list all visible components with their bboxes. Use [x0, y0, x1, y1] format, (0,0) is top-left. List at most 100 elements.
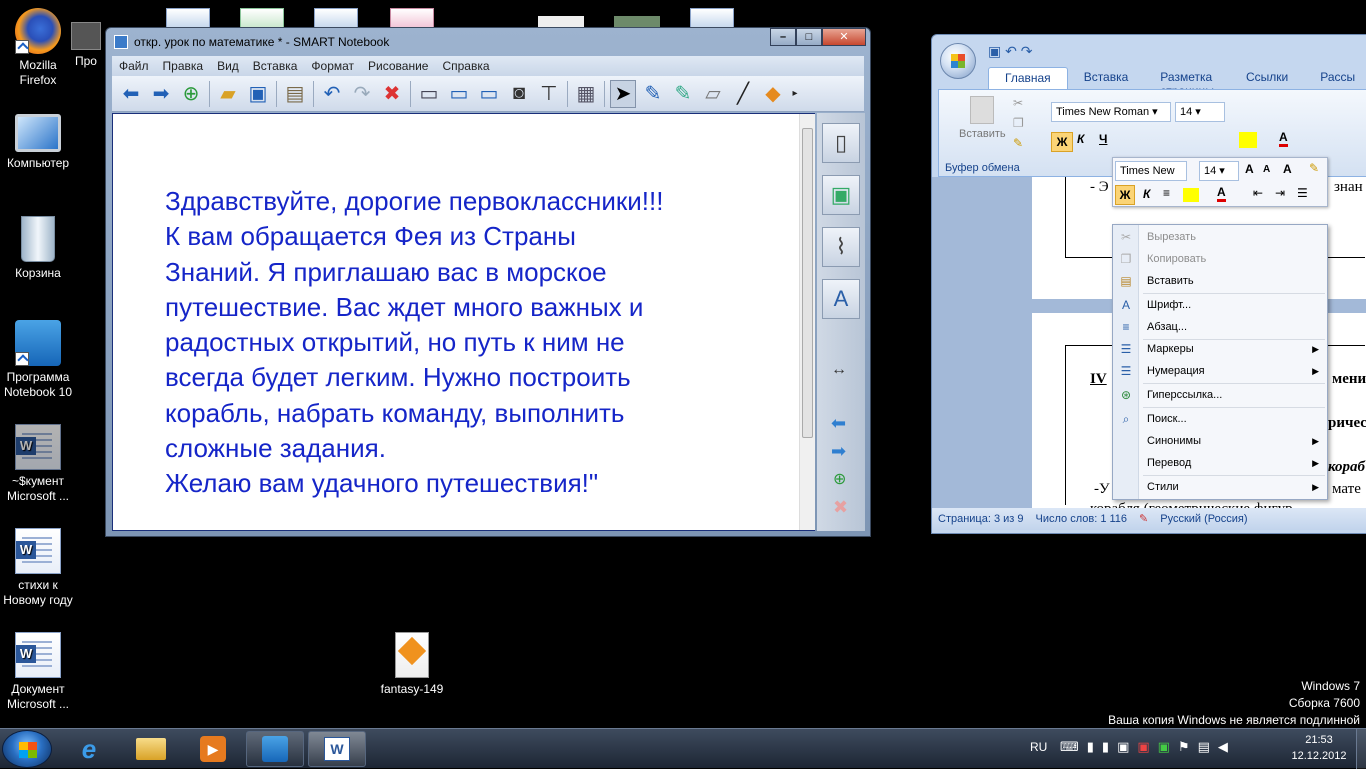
eraser-icon[interactable]: ▱ — [700, 80, 726, 108]
mini-font-color-icon[interactable]: A — [1217, 185, 1226, 202]
desktop-icon-top-1[interactable] — [166, 8, 210, 28]
desktop-icon-smart-notebook[interactable]: Программа Notebook 10 — [0, 320, 76, 400]
font-name-box[interactable]: Times New Roman ▾ — [1051, 102, 1171, 122]
menu-item-styles[interactable]: Стили ▶ — [1113, 476, 1327, 498]
office-button[interactable] — [940, 43, 976, 79]
mini-decrease-indent-icon[interactable]: ⇤ — [1253, 186, 1263, 200]
undo-icon[interactable]: ↶ — [1005, 43, 1017, 59]
screen-shade-icon[interactable]: ▭ — [416, 80, 442, 108]
volume-icon[interactable]: ◀ — [1218, 739, 1236, 754]
clock[interactable]: 21:53 12.12.2012 — [1284, 732, 1354, 764]
tray-app-icon[interactable]: ▣ — [1117, 739, 1137, 754]
desktop-icon-top-3[interactable] — [314, 8, 358, 28]
tray-app-icon[interactable]: ▣ — [1158, 739, 1178, 754]
add-page-icon[interactable]: ⊕ — [178, 80, 204, 108]
highlight-icon[interactable] — [1239, 132, 1257, 148]
mini-bullets-icon[interactable]: ☰ — [1297, 186, 1308, 200]
desktop-icon-top-7[interactable] — [690, 8, 734, 28]
menu-edit[interactable]: Правка — [156, 59, 211, 73]
creative-pen-icon[interactable]: ✎ — [670, 80, 696, 108]
status-page[interactable]: Страница: 3 из 9 — [932, 508, 1030, 530]
menu-item-hyperlink[interactable]: ⊛ Гиперссылка... — [1113, 384, 1327, 406]
font-size-box[interactable]: 14 ▾ — [1175, 102, 1225, 122]
document-camera-icon[interactable]: ⊤ — [536, 80, 562, 108]
desktop-icon-firefox[interactable]: Mozilla Firefox — [0, 8, 76, 88]
show-desktop-button[interactable] — [1356, 729, 1366, 769]
mini-italic-button[interactable]: К — [1143, 187, 1150, 201]
page-sorter-tab-icon[interactable]: ▯ — [822, 123, 860, 163]
select-pointer-icon[interactable]: ➤ — [610, 79, 636, 108]
undo-icon[interactable]: ↶ — [319, 80, 345, 108]
menu-file[interactable]: Файл — [112, 59, 156, 73]
table-icon[interactable]: ▦ — [573, 80, 599, 108]
tab-references[interactable]: Ссылки — [1230, 67, 1304, 89]
mini-font-size-box[interactable]: 14 ▾ — [1199, 161, 1239, 181]
language-indicator[interactable]: RU — [1030, 740, 1047, 754]
desktop-icon-computer[interactable]: Компьютер — [0, 114, 76, 171]
desktop-icon-program[interactable]: Про — [66, 22, 106, 69]
format-painter-icon[interactable]: ✎ — [1309, 161, 1319, 175]
scrollbar-thumb[interactable] — [802, 128, 813, 438]
menu-draw[interactable]: Рисование — [361, 59, 435, 73]
move-sidebar-icon[interactable]: ↔ — [831, 361, 847, 379]
properties-tab-icon[interactable]: A — [822, 279, 860, 319]
status-words[interactable]: Число слов: 1 116 — [1030, 508, 1134, 530]
taskbar-word-button[interactable]: W — [308, 731, 366, 767]
tray-app-icon[interactable]: ▮ — [1102, 739, 1117, 754]
desktop-icon-recycle-bin[interactable]: Корзина — [0, 216, 76, 281]
desktop-icon-top-2[interactable] — [240, 8, 284, 28]
tab-mailings[interactable]: Рассы — [1304, 67, 1366, 89]
window-title-bar[interactable]: откр. урок по математике * - SMART Noteb… — [112, 31, 864, 53]
save-icon[interactable]: ▣ — [988, 43, 1001, 59]
menu-item-synonyms[interactable]: Синонимы ▶ — [1113, 430, 1327, 452]
copy-icon[interactable]: ❐ — [1013, 116, 1024, 130]
desktop-icon-top-4[interactable] — [390, 8, 434, 28]
menu-item-font[interactable]: A Шрифт... — [1113, 294, 1327, 316]
maximize-button[interactable]: □ — [796, 28, 822, 46]
tab-page-layout[interactable]: Разметка страницы — [1144, 67, 1230, 98]
paste-icon[interactable]: ▤ — [282, 80, 308, 108]
mini-highlight-icon[interactable] — [1183, 188, 1199, 202]
taskbar-smart-notebook-button[interactable] — [246, 731, 304, 767]
taskbar-media-player-button[interactable]: ▶ — [184, 731, 242, 767]
mini-font-name-box[interactable]: Times New ▾ — [1115, 161, 1187, 195]
menu-help[interactable]: Справка — [435, 59, 496, 73]
side-forward-arrow-icon[interactable]: ➡ — [831, 441, 846, 462]
desktop-icon-word-document[interactable]: W Документ Microsoft ... — [0, 632, 76, 712]
menu-format[interactable]: Формат — [304, 59, 361, 73]
transparent-background-icon[interactable]: ▭ — [476, 80, 502, 108]
menu-item-cut[interactable]: ✂ Вырезать — [1113, 226, 1327, 248]
menu-item-translate[interactable]: Перевод ▶ — [1113, 452, 1327, 474]
back-arrow-icon[interactable]: ⬅ — [118, 80, 144, 108]
start-button[interactable] — [2, 730, 52, 768]
side-back-arrow-icon[interactable]: ⬅ — [831, 413, 846, 434]
format-painter-icon[interactable]: ✎ — [1013, 136, 1023, 150]
whiteboard-page[interactable]: Здравствуйте, дорогие первоклассники!!! … — [112, 113, 815, 531]
spelling-icon[interactable]: ✎ — [1133, 508, 1154, 530]
side-delete-page-icon[interactable]: ✖ — [833, 497, 848, 518]
paste-big-button[interactable]: Вставить — [959, 94, 1006, 152]
close-button[interactable]: ✕ — [822, 28, 866, 46]
menu-item-search[interactable]: ⌕ Поиск... — [1113, 408, 1327, 430]
side-add-page-icon[interactable]: ⊕ — [833, 469, 846, 489]
menu-item-copy[interactable]: ❐ Копировать — [1113, 248, 1327, 270]
tray-app-icon[interactable]: ▮ — [1087, 739, 1102, 754]
attachments-tab-icon[interactable]: ⌇ — [822, 227, 860, 267]
action-center-flag-icon[interactable]: ⚑ — [1178, 739, 1198, 754]
save-icon[interactable]: ▣ — [245, 80, 271, 108]
redo-icon[interactable]: ↷ — [1021, 43, 1033, 59]
menu-item-numbering[interactable]: ☰ Нумерация ▶ — [1113, 360, 1327, 382]
taskbar-explorer-button[interactable] — [122, 731, 180, 767]
underline-button[interactable]: Ч — [1099, 132, 1107, 146]
menu-item-paste[interactable]: ▤ Вставить — [1113, 270, 1327, 292]
toolbar-more-chevron-icon[interactable]: ▸ — [790, 80, 800, 108]
mini-bold-button[interactable]: Ж — [1115, 185, 1135, 205]
tray-app-icon[interactable]: ▣ — [1137, 739, 1157, 754]
mini-center-icon[interactable]: ≡ — [1163, 186, 1170, 200]
menu-view[interactable]: Вид — [210, 59, 246, 73]
pen-icon[interactable]: ✎ — [640, 80, 666, 108]
full-screen-icon[interactable]: ▭ — [446, 80, 472, 108]
tab-home[interactable]: Главная — [988, 67, 1068, 89]
desktop-icon-scorm[interactable]: fantasy-149 — [374, 632, 450, 697]
menu-item-paragraph[interactable]: ≡ Абзац... — [1113, 316, 1327, 338]
